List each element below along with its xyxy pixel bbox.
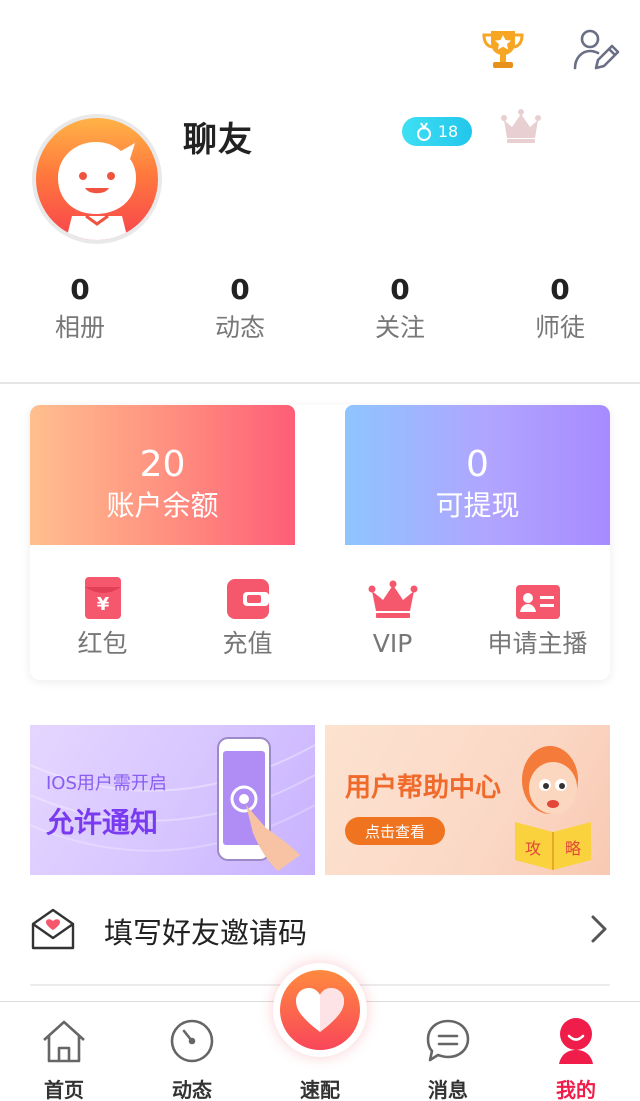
edit-profile-icon[interactable] <box>570 24 620 74</box>
medal-icon <box>416 121 431 141</box>
mascot-illustration: 攻 略 <box>515 746 591 870</box>
level-value: 18 <box>437 122 459 141</box>
tab-label: 首页 <box>44 1078 84 1101</box>
book-left-text: 攻 <box>525 839 541 858</box>
level-badge: 18 <box>402 117 472 146</box>
tab-label: 速配 <box>300 1078 340 1101</box>
recharge-button[interactable]: 充值 <box>175 575 320 661</box>
stat-album[interactable]: 0 相册 <box>0 272 160 348</box>
action-label: 充值 <box>222 629 273 658</box>
chevron-right-icon <box>588 913 610 949</box>
profile-icon <box>512 1016 640 1068</box>
tab-mine[interactable]: 我的 <box>512 1002 640 1101</box>
help-center-banner[interactable]: 用户帮助中心 点击查看 攻 略 <box>325 725 610 875</box>
red-envelope-button[interactable]: ¥ 红包 <box>30 575 175 661</box>
withdraw-value: 0 <box>466 444 489 485</box>
red-envelope-icon: ¥ <box>30 575 175 619</box>
notification-banner[interactable]: IOS用户需开启 允许通知 <box>30 725 315 875</box>
invite-code-row[interactable]: 填写好友邀请码 <box>30 895 610 967</box>
vip-button[interactable]: VIP <box>320 575 465 661</box>
action-label: 红包 <box>77 629 128 658</box>
view-button[interactable]: 点击查看 <box>345 817 445 845</box>
trophy-icon[interactable] <box>478 24 528 74</box>
avatar[interactable] <box>32 114 162 244</box>
tab-home[interactable]: 首页 <box>0 1002 128 1101</box>
id-card-icon <box>465 575 610 619</box>
crown-icon <box>320 575 465 619</box>
action-label: VIP <box>372 629 413 658</box>
heart-icon <box>280 970 360 1050</box>
banner-title: 用户帮助中心 <box>345 773 502 803</box>
tab-label: 消息 <box>428 1078 468 1101</box>
stat-mentorship[interactable]: 0 师徒 <box>480 272 640 348</box>
home-icon <box>0 1016 128 1068</box>
wallet-actions: ¥ 红包 充值 VIP 申请主播 <box>30 575 610 661</box>
stat-posts[interactable]: 0 动态 <box>160 272 320 348</box>
invite-label: 填写好友邀请码 <box>104 916 308 950</box>
divider <box>0 382 640 384</box>
banner-subtitle: IOS用户需开启 <box>46 773 167 794</box>
tab-label: 我的 <box>556 1078 596 1101</box>
balance-value: 20 <box>139 444 186 485</box>
nickname: 聊友 <box>183 120 253 160</box>
stat-label: 师徒 <box>534 313 585 342</box>
tab-moments[interactable]: 动态 <box>128 1002 256 1101</box>
withdraw-card[interactable]: 0 可提现 <box>345 405 610 545</box>
balance-card[interactable]: 20 账户余额 <box>30 405 295 545</box>
stat-label: 相册 <box>54 313 105 342</box>
action-label: 申请主播 <box>487 629 588 658</box>
banner-title: 允许通知 <box>46 806 159 839</box>
envelope-heart-icon <box>30 908 76 954</box>
tab-messages[interactable]: 消息 <box>384 1002 512 1101</box>
quick-match-button[interactable] <box>273 963 367 1057</box>
stat-following[interactable]: 0 关注 <box>320 272 480 348</box>
withdraw-label: 可提现 <box>435 489 520 522</box>
wallet-icon <box>175 575 320 619</box>
wallet-card: 20 账户余额 0 可提现 ¥ 红包 充值 VIP 申请主播 <box>30 405 610 680</box>
phone-illustration <box>217 737 300 871</box>
message-icon <box>384 1016 512 1068</box>
stat-value: 0 <box>230 273 250 306</box>
tab-label: 动态 <box>172 1078 212 1101</box>
stat-label: 动态 <box>214 313 265 342</box>
dial-icon <box>128 1016 256 1068</box>
svg-text:¥: ¥ <box>96 594 109 615</box>
stat-value: 0 <box>390 273 410 306</box>
stat-value: 0 <box>550 273 570 306</box>
profile-stats: 0 相册 0 动态 0 关注 0 师徒 <box>0 272 640 348</box>
balance-label: 账户余额 <box>106 489 219 522</box>
apply-host-button[interactable]: 申请主播 <box>465 575 610 661</box>
book-right-text: 略 <box>565 839 581 858</box>
vip-crown-icon[interactable] <box>500 106 542 150</box>
stat-label: 关注 <box>374 313 425 342</box>
stat-value: 0 <box>70 273 90 306</box>
